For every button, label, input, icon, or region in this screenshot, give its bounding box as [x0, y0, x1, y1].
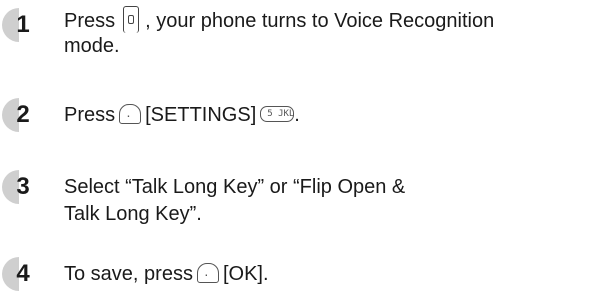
side-voice-key-icon	[123, 6, 140, 33]
step-text: Press [SETTINGS] 5 JKL.	[64, 103, 300, 127]
step-text-line1: Select “Talk Long Key” or “Flip Open &	[64, 176, 406, 198]
step-number: 4	[16, 260, 30, 287]
step-text-settings: [SETTINGS]	[145, 104, 257, 126]
number-5-key-label: 5 JKL	[267, 109, 295, 119]
step-number: 1	[16, 11, 30, 38]
step-number-badge: 1	[2, 8, 38, 42]
step-text-line2: mode.	[64, 35, 120, 57]
step-text-line2: Talk Long Key”.	[64, 203, 202, 225]
step-text-press: Press	[64, 10, 116, 32]
step-text-press: Press	[64, 104, 116, 126]
step-text-press: To save, press	[64, 263, 193, 285]
step-number-badge: 4	[2, 257, 38, 291]
step-number: 3	[16, 173, 30, 200]
step-number: 2	[16, 101, 30, 128]
step-text: Press , your phone turns to Voice Recogni…	[64, 6, 494, 33]
step-text-period: .	[294, 104, 300, 126]
step-text-ok: [OK].	[222, 263, 269, 285]
step-number-badge: 2	[2, 98, 38, 132]
step-number-badge: 3	[2, 170, 38, 204]
left-soft-key-icon	[119, 103, 142, 127]
step-text-rest: , your phone turns to Voice Recognition	[145, 10, 495, 32]
left-soft-key-icon	[196, 262, 219, 286]
number-5-key-icon: 5 JKL	[260, 106, 294, 122]
step-text: To save, press [OK].	[64, 262, 269, 286]
